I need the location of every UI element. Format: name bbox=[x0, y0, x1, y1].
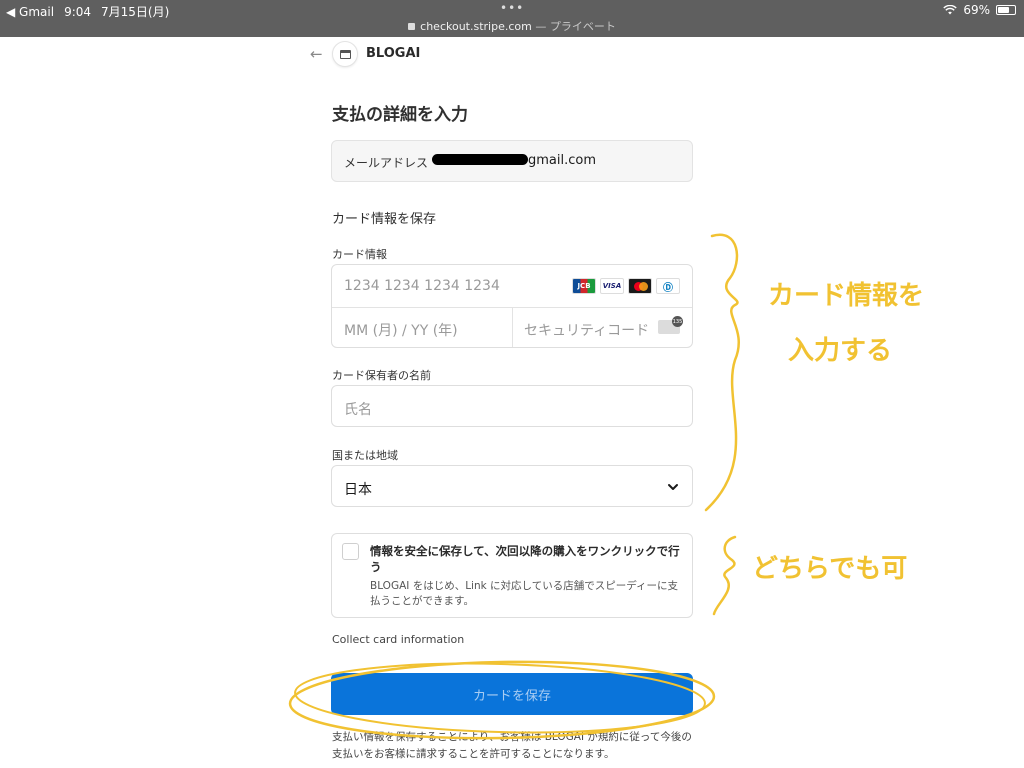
save-card-button[interactable]: カードを保存 bbox=[331, 673, 693, 715]
cvc-badge: 135 bbox=[672, 316, 683, 327]
country-select[interactable]: 日本 bbox=[331, 465, 693, 507]
link-save-checkbox[interactable] bbox=[342, 543, 359, 560]
annotation-card-note-line2: 入力する bbox=[788, 336, 893, 366]
card-expiry-input[interactable]: MM (月) / YY (年) bbox=[344, 320, 458, 340]
multitasking-dots-icon[interactable]: ••• bbox=[500, 1, 524, 15]
cardholder-placeholder: 氏名 bbox=[344, 402, 372, 418]
email-label: メールアドレス bbox=[344, 156, 429, 170]
annotation-optional-note: どちらでも可 bbox=[752, 554, 908, 584]
handwritten-annotations bbox=[288, 233, 740, 740]
page-title: 支払の詳細を入力 bbox=[332, 105, 468, 125]
email-redaction-mark bbox=[432, 154, 528, 165]
card-info-label: カード情報 bbox=[332, 248, 387, 261]
country-label: 国または地域 bbox=[332, 449, 398, 462]
merchant-logo bbox=[332, 41, 358, 67]
email-field[interactable]: メールアドレス gmail.com bbox=[331, 140, 693, 182]
lock-icon bbox=[408, 23, 416, 30]
section-title: カード情報を保存 bbox=[332, 212, 437, 227]
battery-icon bbox=[996, 5, 1016, 15]
link-option-title: 情報を安全に保存して、次回以降の購入をワンクリックで行う bbox=[370, 544, 680, 574]
back-arrow-icon[interactable]: ← bbox=[310, 45, 328, 63]
country-value: 日本 bbox=[344, 482, 372, 498]
link-option-description: BLOGAI をはじめ、Link に対応している店舗でスピーディーに支払うことが… bbox=[370, 580, 678, 607]
collect-card-text: Collect card information bbox=[332, 633, 465, 646]
legal-terms-text: 支払い情報を保存することにより、お客様は BLOGAI が規約に従って今後の支払… bbox=[332, 731, 692, 760]
status-right: 69% bbox=[943, 3, 1016, 17]
email-value: gmail.com bbox=[528, 153, 597, 168]
link-save-option: 情報を安全に保存して、次回以降の購入をワンクリックで行う BLOGAI をはじめ… bbox=[331, 533, 693, 618]
card-divider bbox=[512, 307, 513, 347]
url-bar[interactable]: checkout.stripe.com — プライベート bbox=[0, 18, 1024, 34]
status-time: 9:04 bbox=[64, 4, 92, 19]
card-brand-icons: JCB VISA Ⓓ bbox=[572, 278, 680, 294]
cardholder-name-input[interactable]: 氏名 bbox=[331, 385, 693, 427]
url-private-label: — プライベート bbox=[531, 20, 616, 33]
card-input-group: 1234 1234 1234 1234 JCB VISA Ⓓ MM (月) / … bbox=[331, 264, 693, 348]
url-domain: checkout.stripe.com bbox=[420, 20, 532, 33]
mastercard-icon bbox=[628, 278, 652, 294]
diners-club-icon: Ⓓ bbox=[656, 278, 680, 294]
visa-icon: VISA bbox=[600, 278, 624, 294]
back-app-label: Gmail bbox=[19, 4, 55, 19]
browser-top-bar: ◀ Gmail 9:04 7月15日(月) ••• 69% checkout.s… bbox=[0, 0, 1024, 37]
annotation-brace-large bbox=[704, 233, 740, 512]
annotation-brace-small bbox=[712, 535, 737, 616]
card-number-input[interactable]: 1234 1234 1234 1234 bbox=[344, 278, 500, 294]
store-icon bbox=[339, 49, 351, 59]
back-to-app-link[interactable]: ◀ Gmail bbox=[6, 5, 54, 19]
battery-percent: 69% bbox=[963, 3, 990, 17]
cvc-card-icon: 135 bbox=[658, 316, 683, 334]
jcb-icon: JCB bbox=[572, 278, 596, 294]
wifi-icon bbox=[943, 5, 958, 15]
chevron-down-icon bbox=[668, 484, 678, 490]
annotation-card-note-line1: カード情報を bbox=[768, 281, 925, 311]
card-cvc-input[interactable]: セキュリティコード bbox=[524, 320, 649, 340]
cardholder-label: カード保有者の名前 bbox=[332, 369, 431, 382]
merchant-name: BLOGAI bbox=[366, 46, 421, 61]
battery-fill bbox=[998, 7, 1010, 13]
